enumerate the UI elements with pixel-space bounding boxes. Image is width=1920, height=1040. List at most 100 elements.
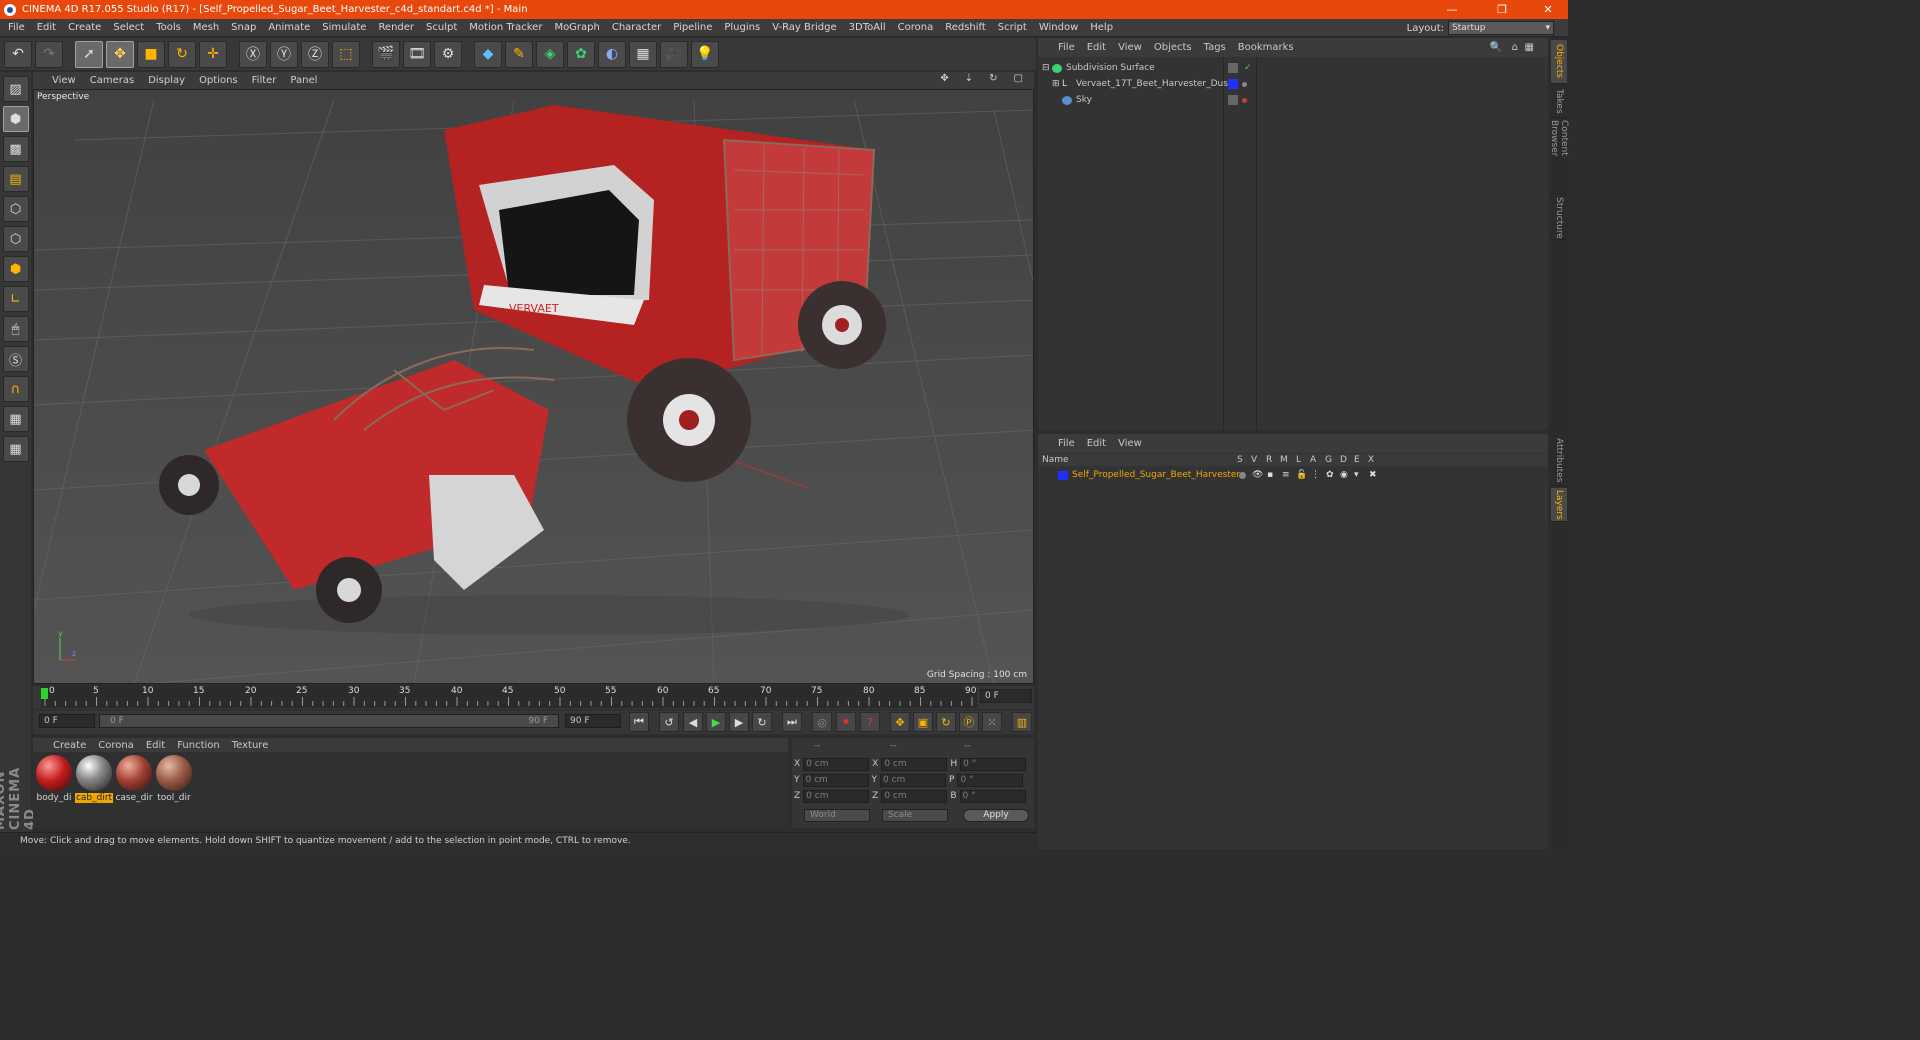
- material-swatch[interactable]: cab_dirt: [75, 755, 113, 807]
- enabled-check-icon[interactable]: ✓: [1244, 63, 1252, 73]
- move-tool-icon[interactable]: ✥: [106, 40, 134, 68]
- minimize-button[interactable]: —: [1436, 0, 1468, 19]
- cube-primitive-icon[interactable]: ◆: [474, 40, 502, 68]
- menu-tools[interactable]: Tools: [150, 22, 187, 33]
- object-menu-objects[interactable]: Objects: [1148, 42, 1198, 53]
- key-parameter-icon[interactable]: Ⓟ: [959, 712, 979, 732]
- layer-xref-icon[interactable]: ✖: [1369, 470, 1377, 480]
- material-menu-texture[interactable]: Texture: [226, 740, 275, 751]
- layer-color-icon[interactable]: [1228, 79, 1238, 89]
- tab-takes[interactable]: Takes: [1551, 86, 1567, 118]
- camera-icon[interactable]: 🎥: [660, 40, 688, 68]
- position-z-field[interactable]: 0 cm: [803, 789, 870, 803]
- tab-structure[interactable]: Structure: [1551, 196, 1567, 240]
- rotate-tool-icon[interactable]: ↻: [168, 40, 196, 68]
- object-menu-tags[interactable]: Tags: [1198, 42, 1232, 53]
- position-x-field[interactable]: 0 cm: [803, 757, 870, 771]
- coordinate-system-icon[interactable]: ⬚: [332, 40, 360, 68]
- editor-visibility-icon[interactable]: [1228, 63, 1238, 73]
- layer-row[interactable]: Self_Propelled_Sugar_Beet_Harvester 👁 ▪ …: [1038, 467, 1548, 483]
- object-row-subdivision[interactable]: ⊟ Subdivision Surface ✓: [1038, 60, 1548, 76]
- object-menu-file[interactable]: File: [1052, 42, 1081, 53]
- keyframe-selection-icon[interactable]: ?: [860, 712, 880, 732]
- menu-plugins[interactable]: Plugins: [718, 22, 766, 33]
- editor-visibility-icon[interactable]: [1228, 95, 1238, 105]
- tab-objects[interactable]: Objects: [1551, 40, 1567, 84]
- magnet-icon[interactable]: ∩: [2, 376, 29, 402]
- material-swatch[interactable]: case_dir: [115, 755, 153, 807]
- workplane-mode-icon[interactable]: ▤: [2, 166, 29, 192]
- material-menu-function[interactable]: Function: [171, 740, 226, 751]
- object-row-sky[interactable]: Sky: [1038, 92, 1548, 108]
- scale-tool-icon[interactable]: ■: [137, 40, 165, 68]
- viewport-toggle-icon[interactable]: ▢: [1007, 73, 1030, 84]
- tweak-mode-icon[interactable]: 🖱: [2, 316, 29, 342]
- layer-color-icon[interactable]: [1058, 470, 1068, 480]
- live-selection-icon[interactable]: ➚: [75, 40, 103, 68]
- layout-icon[interactable]: ▦: [1519, 42, 1540, 53]
- menu-render[interactable]: Render: [372, 22, 420, 33]
- current-frame-field[interactable]: 0 F: [980, 689, 1032, 703]
- object-menu-bookmarks[interactable]: Bookmarks: [1232, 42, 1300, 53]
- object-row-harvester[interactable]: ⊞ L Vervaet_17T_Beet_Harvester_Dusty: [1038, 76, 1548, 92]
- menu-select[interactable]: Select: [107, 22, 150, 33]
- perspective-viewport[interactable]: VERVAET y z Perspective Grid Spacing: 1…: [33, 89, 1034, 684]
- points-mode-icon[interactable]: ⬡: [2, 196, 29, 222]
- menu-sculpt[interactable]: Sculpt: [420, 22, 463, 33]
- subdivision-surface-icon[interactable]: ◈: [536, 40, 564, 68]
- viewport-zoom-icon[interactable]: ⇣: [958, 73, 980, 84]
- material-menu-create[interactable]: Create: [47, 740, 92, 751]
- apply-button[interactable]: Apply: [963, 809, 1029, 822]
- grid-snap-icon[interactable]: ▦: [2, 436, 29, 462]
- key-rotation-icon[interactable]: ↻: [936, 712, 956, 732]
- axis-mode-icon[interactable]: ∟: [2, 286, 29, 312]
- layer-animation-icon[interactable]: ⋮: [1311, 470, 1320, 480]
- workplane-lock-icon[interactable]: ▦: [2, 406, 29, 432]
- tab-content-browser[interactable]: Content Browser: [1549, 120, 1569, 194]
- menu-mesh[interactable]: Mesh: [187, 22, 225, 33]
- tab-layers[interactable]: Layers: [1551, 488, 1567, 522]
- material-swatch[interactable]: tool_dir: [155, 755, 193, 807]
- menu-script[interactable]: Script: [992, 22, 1033, 33]
- rotation-h-field[interactable]: 0 °: [960, 757, 1027, 771]
- viewport-menu-filter[interactable]: Filter: [245, 75, 284, 86]
- maximize-button[interactable]: ❐: [1486, 0, 1518, 19]
- object-menu-view[interactable]: View: [1112, 42, 1148, 53]
- menu-vray-bridge[interactable]: V-Ray Bridge: [766, 22, 842, 33]
- step-back-icon[interactable]: ◀: [683, 712, 703, 732]
- expand-icon[interactable]: ⊞: [1052, 79, 1062, 89]
- preview-range-slider[interactable]: 0 F 90 F: [99, 714, 559, 728]
- layer-deformer-icon[interactable]: ◉: [1340, 470, 1348, 480]
- visibility-dot-icon[interactable]: [1242, 81, 1247, 87]
- coord-mode-select[interactable]: World: [804, 809, 870, 822]
- menu-3dtoall[interactable]: 3DToAll: [843, 22, 892, 33]
- layer-menu-view[interactable]: View: [1112, 438, 1148, 449]
- visibility-dot-icon[interactable]: [1242, 97, 1247, 103]
- viewport-menu-view[interactable]: View: [45, 75, 83, 86]
- timeline-window-icon[interactable]: ▥: [1012, 712, 1032, 732]
- menu-snap[interactable]: Snap: [225, 22, 262, 33]
- go-to-start-icon[interactable]: ⏮: [629, 712, 649, 732]
- snap-icon[interactable]: Ⓢ: [2, 346, 29, 372]
- menu-simulate[interactable]: Simulate: [316, 22, 372, 33]
- menu-mograph[interactable]: MoGraph: [548, 22, 605, 33]
- size-z-field[interactable]: 0 cm: [881, 789, 948, 803]
- viewport-menu-cameras[interactable]: Cameras: [83, 75, 141, 86]
- rotation-p-field[interactable]: 0 °: [957, 773, 1024, 787]
- floor-scene-icon[interactable]: ▦: [629, 40, 657, 68]
- layer-menu-file[interactable]: File: [1052, 438, 1081, 449]
- viewport-menu-panel[interactable]: Panel: [283, 75, 324, 86]
- autokey-icon[interactable]: ⏺: [836, 712, 856, 732]
- viewport-menu-display[interactable]: Display: [141, 75, 192, 86]
- playhead-marker[interactable]: [41, 688, 48, 699]
- z-axis-lock-icon[interactable]: Ⓩ: [301, 40, 329, 68]
- play-icon[interactable]: ▶: [706, 712, 726, 732]
- menu-redshift[interactable]: Redshift: [939, 22, 992, 33]
- timeline-ruler[interactable]: 0 5 10 15 20 25 30 35 40 45 50 55 60 65 …: [41, 686, 977, 708]
- coord-scale-select[interactable]: Scale: [882, 809, 948, 822]
- material-menu-edit[interactable]: Edit: [140, 740, 171, 751]
- model-mode-icon[interactable]: ⬢: [2, 106, 29, 132]
- layer-expression-icon[interactable]: ▾: [1354, 470, 1359, 480]
- array-generator-icon[interactable]: ✿: [567, 40, 595, 68]
- layer-generator-icon[interactable]: ✿: [1326, 470, 1334, 480]
